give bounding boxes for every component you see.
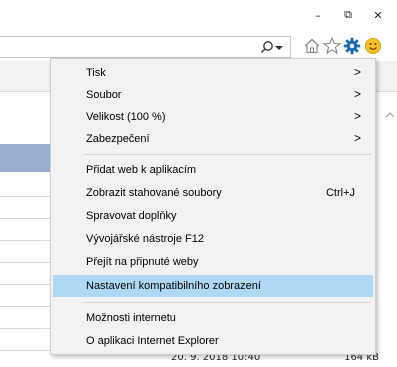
menu-item-manage-addons[interactable]: Spravovat doplňky	[53, 205, 373, 227]
restore-icon: ⧉	[344, 8, 352, 21]
menu-item-file[interactable]: Soubor >	[53, 84, 373, 106]
address-bar[interactable]	[0, 36, 291, 58]
background-selected-row	[0, 144, 50, 172]
menu-item-label: O aplikaci Internet Explorer	[86, 335, 219, 347]
background-row-divider	[0, 218, 50, 219]
menu-item-pinned-sites[interactable]: Přejít na připnuté weby	[53, 251, 373, 273]
background-row-divider	[0, 306, 50, 307]
gear-icon[interactable]	[343, 37, 361, 55]
menu-item-about-ie[interactable]: O aplikaci Internet Explorer	[53, 330, 373, 352]
background-row-divider	[0, 328, 50, 329]
menu-item-label: Velikost (100 %)	[86, 111, 166, 123]
dropdown-arrow-icon[interactable]	[274, 44, 284, 52]
submenu-arrow-icon: >	[353, 87, 361, 101]
menu-item-compatibility-view-settings[interactable]: Nastavení kompatibilního zobrazení	[53, 275, 373, 297]
menu-item-label: Zabezpečení	[86, 133, 150, 145]
menu-item-f12-devtools[interactable]: Vývojářské nástroje F12	[53, 228, 373, 250]
menu-item-view-downloads[interactable]: Zobrazit stahované soubory Ctrl+J	[53, 182, 373, 204]
background-row-divider	[0, 350, 50, 351]
menu-item-label: Zobrazit stahované soubory	[86, 187, 222, 199]
menu-separator	[83, 302, 371, 303]
tools-menu: Tisk > Soubor > Velikost (100 %) > Zabez…	[50, 58, 376, 355]
menu-item-internet-options[interactable]: Možnosti internetu	[53, 307, 373, 329]
close-icon: ✕	[373, 8, 383, 22]
menu-item-label: Přejít na připnuté weby	[86, 256, 199, 268]
menu-item-label: Soubor	[86, 89, 122, 101]
home-icon[interactable]	[303, 37, 321, 55]
star-icon[interactable]	[322, 36, 342, 56]
minimize-icon: –	[315, 8, 321, 22]
menu-item-zoom[interactable]: Velikost (100 %) >	[53, 106, 373, 128]
smiley-icon[interactable]	[364, 37, 382, 55]
background-row-divider	[0, 284, 50, 285]
menu-item-print[interactable]: Tisk >	[53, 62, 373, 84]
menu-item-label: Nastavení kompatibilního zobrazení	[86, 280, 261, 292]
background-row-divider	[0, 196, 50, 197]
menu-item-label: Spravovat doplňky	[86, 210, 177, 222]
close-button[interactable]: ✕	[356, 0, 397, 30]
menu-item-label: Možnosti internetu	[86, 312, 176, 324]
scroll-up-icon[interactable]	[384, 110, 396, 120]
background-row-divider	[0, 262, 50, 263]
menu-item-shortcut: Ctrl+J	[325, 187, 355, 199]
menu-item-add-site-to-apps[interactable]: Přidat web k aplikacím	[53, 159, 373, 181]
menu-item-safety[interactable]: Zabezpečení >	[53, 128, 373, 150]
menu-separator	[83, 154, 371, 155]
submenu-arrow-icon: >	[353, 109, 361, 123]
background-row-divider	[0, 240, 50, 241]
submenu-arrow-icon: >	[353, 65, 361, 79]
submenu-arrow-icon: >	[353, 131, 361, 145]
menu-item-label: Tisk	[86, 67, 106, 79]
menu-item-label: Vývojářské nástroje F12	[86, 233, 204, 245]
menu-item-label: Přidat web k aplikacím	[86, 164, 197, 176]
